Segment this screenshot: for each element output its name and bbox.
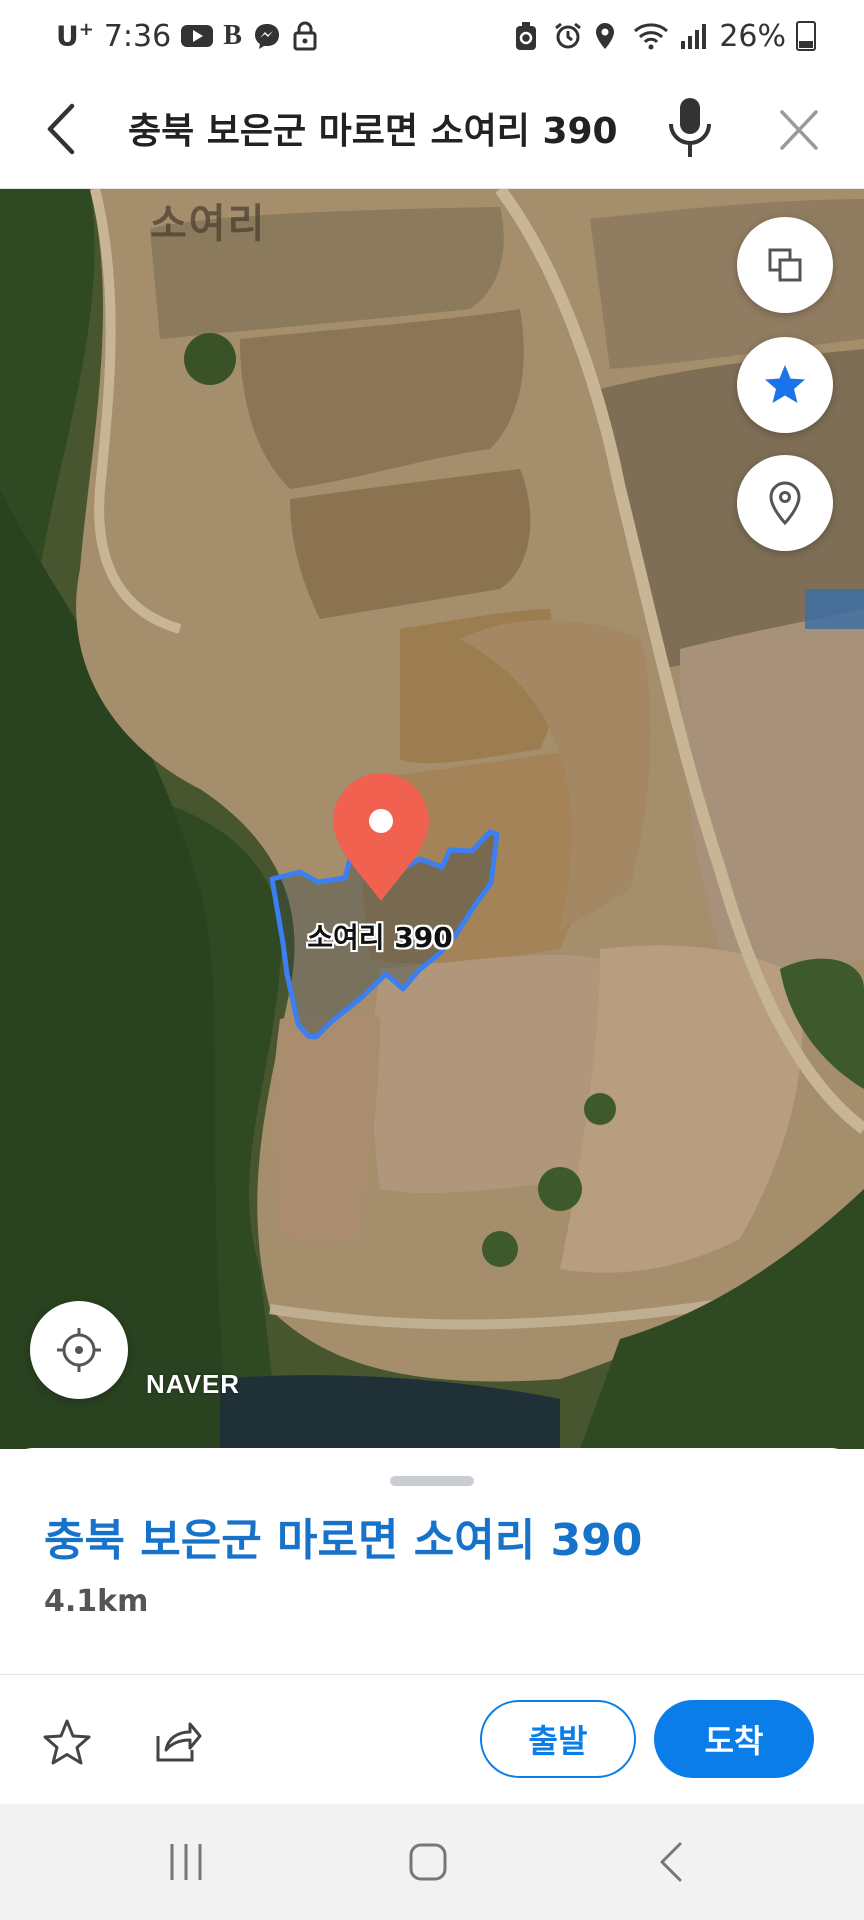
clock: 7:36	[103, 18, 172, 54]
divider	[0, 1674, 864, 1675]
star-icon	[765, 365, 805, 403]
b-app-icon: B	[223, 20, 242, 51]
naver-logo: NAVER	[146, 1369, 241, 1399]
place-title[interactable]: 충북 보은군 마로면 소여리 390	[44, 1504, 642, 1568]
home-icon[interactable]	[408, 1842, 448, 1882]
mic-icon[interactable]	[664, 94, 716, 164]
messenger-icon	[252, 21, 282, 51]
depart-button[interactable]: 출발	[480, 1700, 636, 1778]
pin-button[interactable]	[737, 455, 833, 551]
battery-icon	[796, 21, 816, 51]
location-icon	[593, 21, 623, 51]
save-favorite-button[interactable]	[40, 1716, 94, 1770]
close-icon[interactable]	[774, 100, 824, 160]
layers-icon	[768, 248, 802, 282]
satellite-map[interactable]: 소여리 소여리 390 NAVER	[0, 189, 864, 1449]
status-left: U+ 7:36 B	[56, 14, 322, 58]
arrive-button[interactable]: 도착	[654, 1700, 814, 1778]
search-header: 충북 보은군 마로면 소여리 390	[0, 72, 864, 189]
recycle-icon	[513, 21, 543, 51]
recent-apps-icon[interactable]	[166, 1844, 206, 1880]
favorite-button[interactable]	[737, 337, 833, 433]
search-query[interactable]: 충북 보은군 마로면 소여리 390	[128, 102, 648, 158]
carrier-label: U+	[56, 19, 94, 53]
share-icon	[156, 1722, 202, 1762]
battery-percent: 26%	[719, 18, 786, 54]
place-bottom-sheet: 충북 보은군 마로면 소여리 390 4.1km 출발 도착	[0, 1448, 864, 1804]
share-button[interactable]	[152, 1716, 202, 1766]
lock-icon	[292, 21, 322, 51]
alarm-icon	[553, 21, 583, 51]
youtube-icon	[181, 25, 214, 47]
sheet-grabber[interactable]	[390, 1476, 474, 1486]
wifi-icon	[633, 21, 669, 51]
back-arrow-icon[interactable]	[38, 96, 84, 162]
satellite-imagery	[0, 189, 864, 1449]
status-right: 26%	[513, 14, 816, 58]
back-icon[interactable]	[658, 1840, 684, 1884]
status-bar: U+ 7:36 B 26%	[0, 0, 864, 72]
locate-icon	[57, 1328, 101, 1372]
system-nav-bar	[0, 1804, 864, 1920]
marker-label: 소여리 390	[307, 921, 453, 954]
star-outline-icon	[43, 1719, 91, 1765]
map-area-label: 소여리	[150, 201, 267, 247]
signal-icon	[679, 21, 709, 51]
pin-outline-icon	[769, 481, 801, 526]
locate-button[interactable]	[30, 1301, 128, 1399]
layers-button[interactable]	[737, 217, 833, 313]
place-distance: 4.1km	[44, 1584, 149, 1619]
